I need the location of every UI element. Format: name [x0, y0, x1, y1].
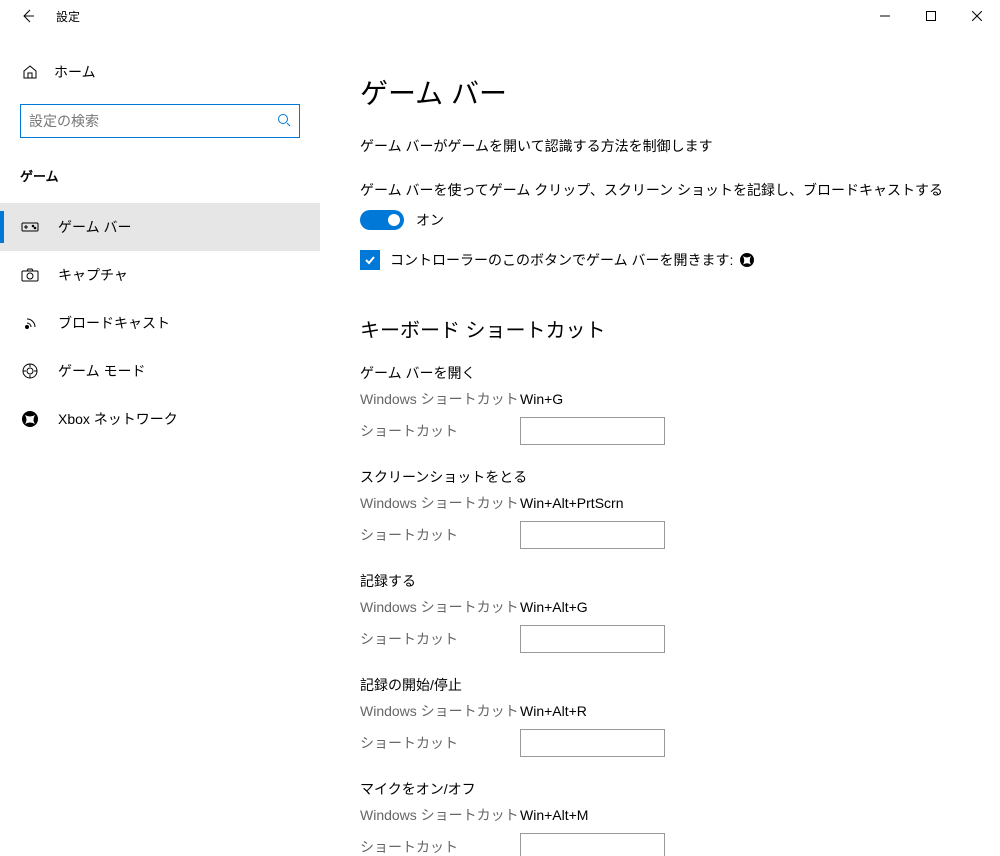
- sidebar-item-gamemode[interactable]: ゲーム モード: [0, 347, 320, 395]
- sidebar-item-label: Xbox ネットワーク: [58, 409, 178, 429]
- win-shortcut-label: Windows ショートカット: [360, 805, 520, 825]
- shortcut-mic-toggle: マイクをオン/オフ Windows ショートカット Win+Alt+M ショート…: [360, 779, 960, 856]
- sidebar-item-xbox[interactable]: Xbox ネットワーク: [0, 395, 320, 443]
- sidebar-item-label: ゲーム バー: [58, 217, 131, 237]
- search-box[interactable]: [20, 104, 300, 138]
- win-shortcut-value: Win+G: [520, 391, 563, 407]
- shortcuts-heading: キーボード ショートカット: [360, 314, 960, 343]
- sidebar-item-label: ゲーム モード: [58, 361, 145, 381]
- shortcut-record: 記録する Windows ショートカット Win+Alt+G ショートカット: [360, 571, 960, 653]
- shortcut-title: 記録する: [360, 571, 960, 591]
- sidebar-home[interactable]: ホーム: [0, 52, 320, 92]
- win-shortcut-value: Win+Alt+PrtScrn: [520, 495, 623, 511]
- sidebar-home-label: ホーム: [54, 62, 96, 82]
- check-icon: [363, 253, 377, 267]
- sidebar-item-label: キャプチャ: [58, 265, 128, 285]
- win-shortcut-value: Win+Alt+R: [520, 703, 587, 719]
- win-shortcut-value: Win+Alt+G: [520, 599, 588, 615]
- xbox-button-icon: [739, 252, 755, 268]
- arrow-left-icon: [20, 8, 36, 24]
- sidebar-category: ゲーム: [0, 156, 320, 203]
- win-shortcut-label: Windows ショートカット: [360, 493, 520, 513]
- minimize-icon: [880, 11, 890, 21]
- win-shortcut-label: Windows ショートカット: [360, 701, 520, 721]
- user-shortcut-label: ショートカット: [360, 421, 520, 441]
- page-title: ゲーム バー: [360, 72, 960, 112]
- maximize-icon: [926, 11, 936, 21]
- toggle-state-label: オン: [416, 210, 444, 230]
- controller-checkbox-row: コントローラーのこのボタンでゲーム バーを開きます:: [360, 250, 960, 270]
- shortcut-title: マイクをオン/オフ: [360, 779, 960, 799]
- user-shortcut-label: ショートカット: [360, 733, 520, 753]
- close-icon: [972, 11, 982, 21]
- toggle-row: オン: [360, 210, 960, 230]
- sidebar-item-capture[interactable]: キャプチャ: [0, 251, 320, 299]
- sidebar-item-label: ブロードキャスト: [58, 313, 170, 333]
- shortcut-title: 記録の開始/停止: [360, 675, 960, 695]
- user-shortcut-input[interactable]: [520, 833, 665, 856]
- shortcut-title: ゲーム バーを開く: [360, 363, 960, 383]
- search-icon: [277, 113, 291, 130]
- user-shortcut-input[interactable]: [520, 521, 665, 549]
- user-shortcut-input[interactable]: [520, 417, 665, 445]
- gamebar-toggle[interactable]: [360, 210, 404, 230]
- win-shortcut-label: Windows ショートカット: [360, 597, 520, 617]
- controller-checkbox[interactable]: [360, 250, 380, 270]
- controller-checkbox-label: コントローラーのこのボタンでゲーム バーを開きます:: [390, 250, 733, 270]
- sidebar-item-gamebar[interactable]: ゲーム バー: [0, 203, 320, 251]
- gamebar-icon: [20, 220, 40, 234]
- shortcut-title: スクリーンショットをとる: [360, 467, 960, 487]
- minimize-button[interactable]: [862, 0, 908, 32]
- close-button[interactable]: [954, 0, 1000, 32]
- window-controls: [862, 0, 1000, 32]
- content-area: ゲーム バー ゲーム バーがゲームを開いて認識する方法を制御します ゲーム バー…: [320, 32, 1000, 856]
- broadcast-icon: [20, 315, 40, 331]
- maximize-button[interactable]: [908, 0, 954, 32]
- user-shortcut-label: ショートカット: [360, 525, 520, 545]
- home-icon: [20, 64, 40, 80]
- shortcut-screenshot: スクリーンショットをとる Windows ショートカット Win+Alt+Prt…: [360, 467, 960, 549]
- xbox-icon: [20, 410, 40, 428]
- capture-icon: [20, 268, 40, 282]
- titlebar: 設定: [0, 0, 1000, 32]
- user-shortcut-input[interactable]: [520, 625, 665, 653]
- user-shortcut-input[interactable]: [520, 729, 665, 757]
- page-description: ゲーム バーがゲームを開いて認識する方法を制御します: [360, 136, 960, 156]
- gamemode-icon: [20, 362, 40, 380]
- search-input[interactable]: [29, 113, 277, 129]
- shortcut-record-toggle: 記録の開始/停止 Windows ショートカット Win+Alt+R ショートカ…: [360, 675, 960, 757]
- win-shortcut-value: Win+Alt+M: [520, 807, 588, 823]
- shortcut-open-gamebar: ゲーム バーを開く Windows ショートカット Win+G ショートカット: [360, 363, 960, 445]
- win-shortcut-label: Windows ショートカット: [360, 389, 520, 409]
- toggle-description: ゲーム バーを使ってゲーム クリップ、スクリーン ショットを記録し、ブロードキャ…: [360, 180, 960, 200]
- sidebar-item-broadcast[interactable]: ブロードキャスト: [0, 299, 320, 347]
- back-button[interactable]: [8, 0, 48, 32]
- window-title: 設定: [56, 8, 80, 25]
- toggle-knob: [388, 214, 400, 226]
- user-shortcut-label: ショートカット: [360, 629, 520, 649]
- sidebar: ホーム ゲーム ゲーム バー キャプチャ ブロードキャスト: [0, 32, 320, 856]
- user-shortcut-label: ショートカット: [360, 837, 520, 856]
